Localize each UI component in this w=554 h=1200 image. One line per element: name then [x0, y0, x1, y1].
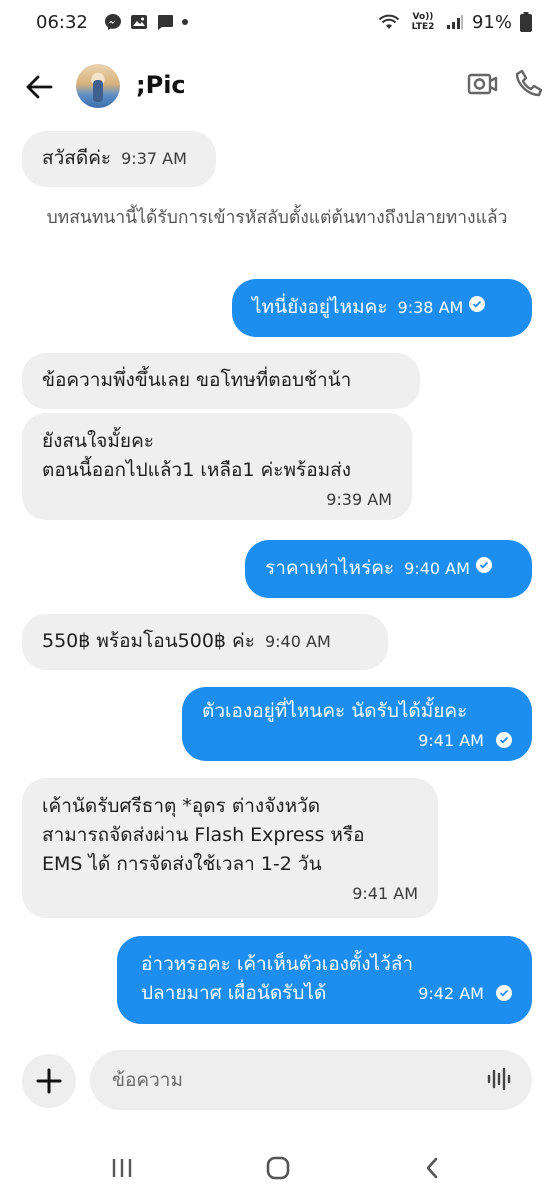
gallery-icon [130, 14, 148, 30]
message-outgoing[interactable]: ตัวเองอยู่ที่ไหนคะ นัดรับได้มั้ยคะ 9:41 … [182, 687, 532, 761]
message-text: ไทนี่ยังอยู่ไหมคะ [252, 296, 388, 318]
message-text: ราคาเท่าไหร่คะ [265, 557, 395, 579]
check-circle-icon [469, 296, 486, 312]
status-bar: 06:32 Vo)) LTE2 91% [0, 0, 554, 44]
message-outgoing[interactable]: อ่าวหรอคะ เค้าเห็นตัวเองตั้งไว้ลำ ปลายมา… [117, 936, 532, 1024]
voice-message-button[interactable] [486, 1066, 514, 1094]
message-incoming[interactable]: สวัสดีค่ะ 9:37 AM [22, 131, 216, 187]
chevron-left-icon [426, 1157, 438, 1179]
wifi-icon [378, 14, 400, 30]
video-camera-icon [467, 73, 498, 95]
message-text: ข้อความพึ่งขึ้นเลย ขอโทษที่ตอบช้าน้า [42, 369, 352, 391]
message-time: 9:42 AM [418, 984, 484, 1003]
message-text: 550฿ พร้อมโอน500฿ ค่ะ [42, 630, 255, 652]
chat-notification-icon [156, 14, 174, 31]
message-time: 9:40 AM [404, 559, 470, 578]
recent-apps-icon [112, 1159, 132, 1177]
message-outgoing[interactable]: ราคาเท่าไหร่คะ 9:40 AM [245, 540, 532, 598]
message-text: อ่าวหรอคะ เค้าเห็นตัวเองตั้งไว้ลำ [141, 953, 414, 975]
check-circle-icon [475, 557, 492, 573]
check-circle-icon [496, 731, 512, 748]
arrow-left-icon [26, 75, 53, 99]
message-text: ตัวเองอยู่ที่ไหนคะ นัดรับได้มั้ยคะ [202, 700, 468, 722]
status-time: 06:32 [36, 11, 88, 33]
message-time: 9:38 AM [397, 298, 464, 317]
home-button[interactable] [258, 1152, 298, 1184]
contact-name[interactable]: ;Pic [136, 71, 186, 99]
message-incoming[interactable]: เค้านัดรับศรีธาตุ *อุดร ต่างจังหวัด สามา… [22, 778, 438, 918]
video-call-button[interactable] [466, 69, 502, 105]
message-incoming[interactable]: 550฿ พร้อมโอน500฿ ค่ะ 9:40 AM [22, 614, 388, 670]
signal-icon [446, 14, 464, 30]
add-attachment-button[interactable] [22, 1054, 76, 1108]
check-circle-icon [496, 984, 512, 1001]
voice-wave-icon [487, 1067, 511, 1091]
message-text: เค้านัดรับศรีธาตุ *อุดร ต่างจังหวัด [42, 795, 321, 817]
message-composer [90, 1050, 532, 1110]
message-time: 9:40 AM [264, 632, 331, 651]
encryption-notice: บทสนทนานี้ได้รับการเข้ารหัสลับตั้งแต่ต้น… [46, 208, 508, 228]
message-time: 9:39 AM [326, 490, 392, 509]
message-time: 9:41 AM [418, 731, 484, 750]
message-time: 9:41 AM [352, 884, 418, 903]
message-incoming[interactable]: ยังสนใจมั้ยคะ ตอนนี้ออกไปแล้ว1 เหลือ1 ค่… [22, 413, 412, 520]
back-button[interactable] [22, 70, 56, 104]
message-incoming[interactable]: ข้อความพึ่งขึ้นเลย ขอโทษที่ตอบช้าน้า [22, 353, 420, 409]
avatar[interactable] [76, 64, 120, 108]
message-text: สามารถจัดส่งผ่าน Flash Express หรือ [42, 824, 365, 846]
recent-apps-button[interactable] [102, 1152, 142, 1184]
battery-percent: 91% [471, 11, 512, 33]
volte-label: Vo)) LTE2 [411, 12, 435, 32]
voice-call-button[interactable] [514, 68, 550, 104]
phone-icon [515, 69, 543, 97]
messenger-icon [104, 13, 122, 31]
message-outgoing[interactable]: ไทนี่ยังอยู่ไหมคะ 9:38 AM [232, 279, 532, 337]
home-icon [266, 1156, 290, 1180]
battery-icon [520, 12, 532, 32]
system-nav-bar [0, 1140, 554, 1200]
back-nav-button[interactable] [412, 1152, 452, 1184]
chat-header: ;Pic [0, 54, 554, 118]
message-time: 9:37 AM [121, 149, 187, 168]
message-text: ปลายมาศ เผื่อนัดรับได้ [141, 982, 327, 1004]
message-text: ตอนนี้ออกไปแล้ว1 เหลือ1 ค่ะพร้อมส่ง [42, 459, 352, 481]
message-text: ยังสนใจมั้ยคะ [42, 430, 154, 452]
message-input[interactable] [112, 1069, 472, 1091]
message-text: สวัสดีค่ะ [42, 147, 112, 169]
plus-icon [36, 1068, 62, 1094]
more-notifications-dot [181, 19, 188, 25]
message-text: EMS ได้ การจัดส่งใช้เวลา 1-2 วัน [42, 853, 322, 875]
